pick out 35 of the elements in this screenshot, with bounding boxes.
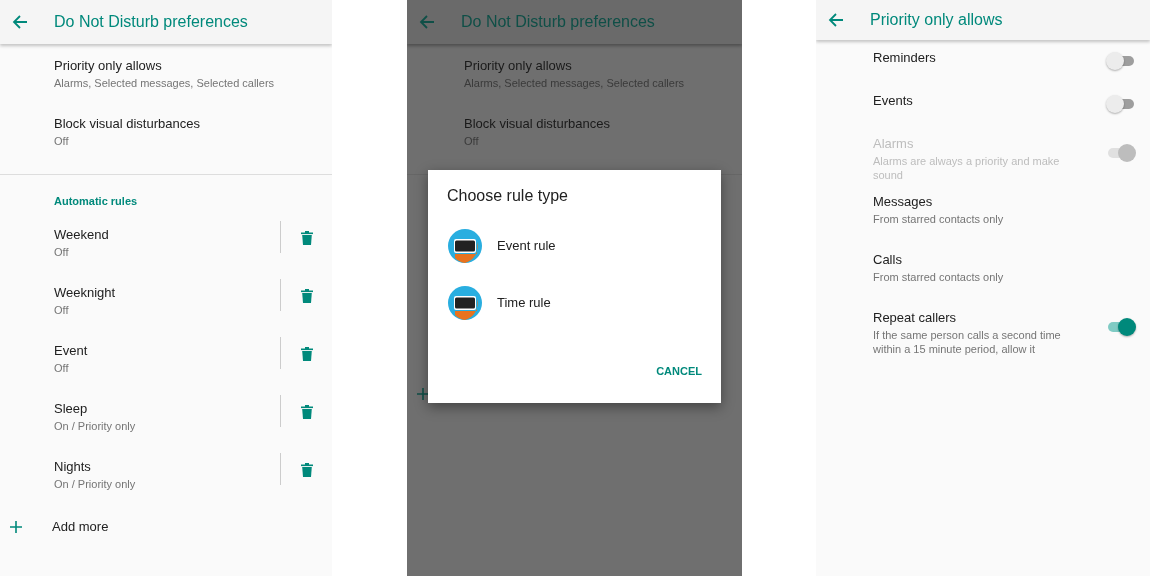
toggle-switch[interactable] [1106,318,1134,336]
add-more-label[interactable]: Add more [52,519,109,534]
settings-item[interactable]: Events [816,93,1106,109]
rule-item[interactable]: Sleep On / Priority only [0,401,280,459]
dialog-title: Choose rule type [446,187,569,205]
add-icon[interactable] [10,520,22,533]
rule-item[interactable]: Weeknight Off [0,285,280,343]
rule-item[interactable]: Nights On / Priority only [0,459,280,517]
settings-item[interactable]: Block visual disturbances Off [0,116,332,174]
delete-icon[interactable] [301,347,313,361]
settings-item[interactable]: Reminders [816,50,1106,66]
settings-item[interactable]: Calls From starred contacts only [816,252,1134,284]
rule-type-option[interactable]: Time rule [428,274,721,331]
delete-icon[interactable] [301,405,313,419]
back-arrow-icon[interactable] [12,14,28,30]
delete-icon[interactable] [301,463,313,477]
calendar-icon [447,284,483,321]
add-icon [417,388,429,400]
section-header: Automatic rules [53,195,139,207]
delete-icon[interactable] [301,231,313,245]
screen-title: Do Not Disturb preferences [54,13,248,31]
settings-item[interactable]: Priority only allows Alarms, Selected messages, Selected callers [0,58,332,116]
screen-title: Priority only allows [870,11,1003,29]
calendar-icon [447,227,483,264]
settings-item[interactable]: Messages From starred contacts only [816,194,1134,226]
rule-type-option[interactable]: Event rule [428,217,721,274]
screen-title: Do Not Disturb preferences [461,13,655,31]
toggle-switch[interactable] [1106,52,1134,70]
rule-item[interactable]: Weekend Off [0,227,280,285]
back-arrow-icon[interactable] [828,12,844,28]
delete-icon[interactable] [301,289,313,303]
settings-item[interactable]: Repeat callers If the same person calls a second time within a 15 minute period, allow it [816,310,1106,356]
cancel-button[interactable]: CANCEL [656,361,702,381]
toggle-switch[interactable] [1106,95,1134,113]
rule-item[interactable]: Event Off [0,343,280,401]
